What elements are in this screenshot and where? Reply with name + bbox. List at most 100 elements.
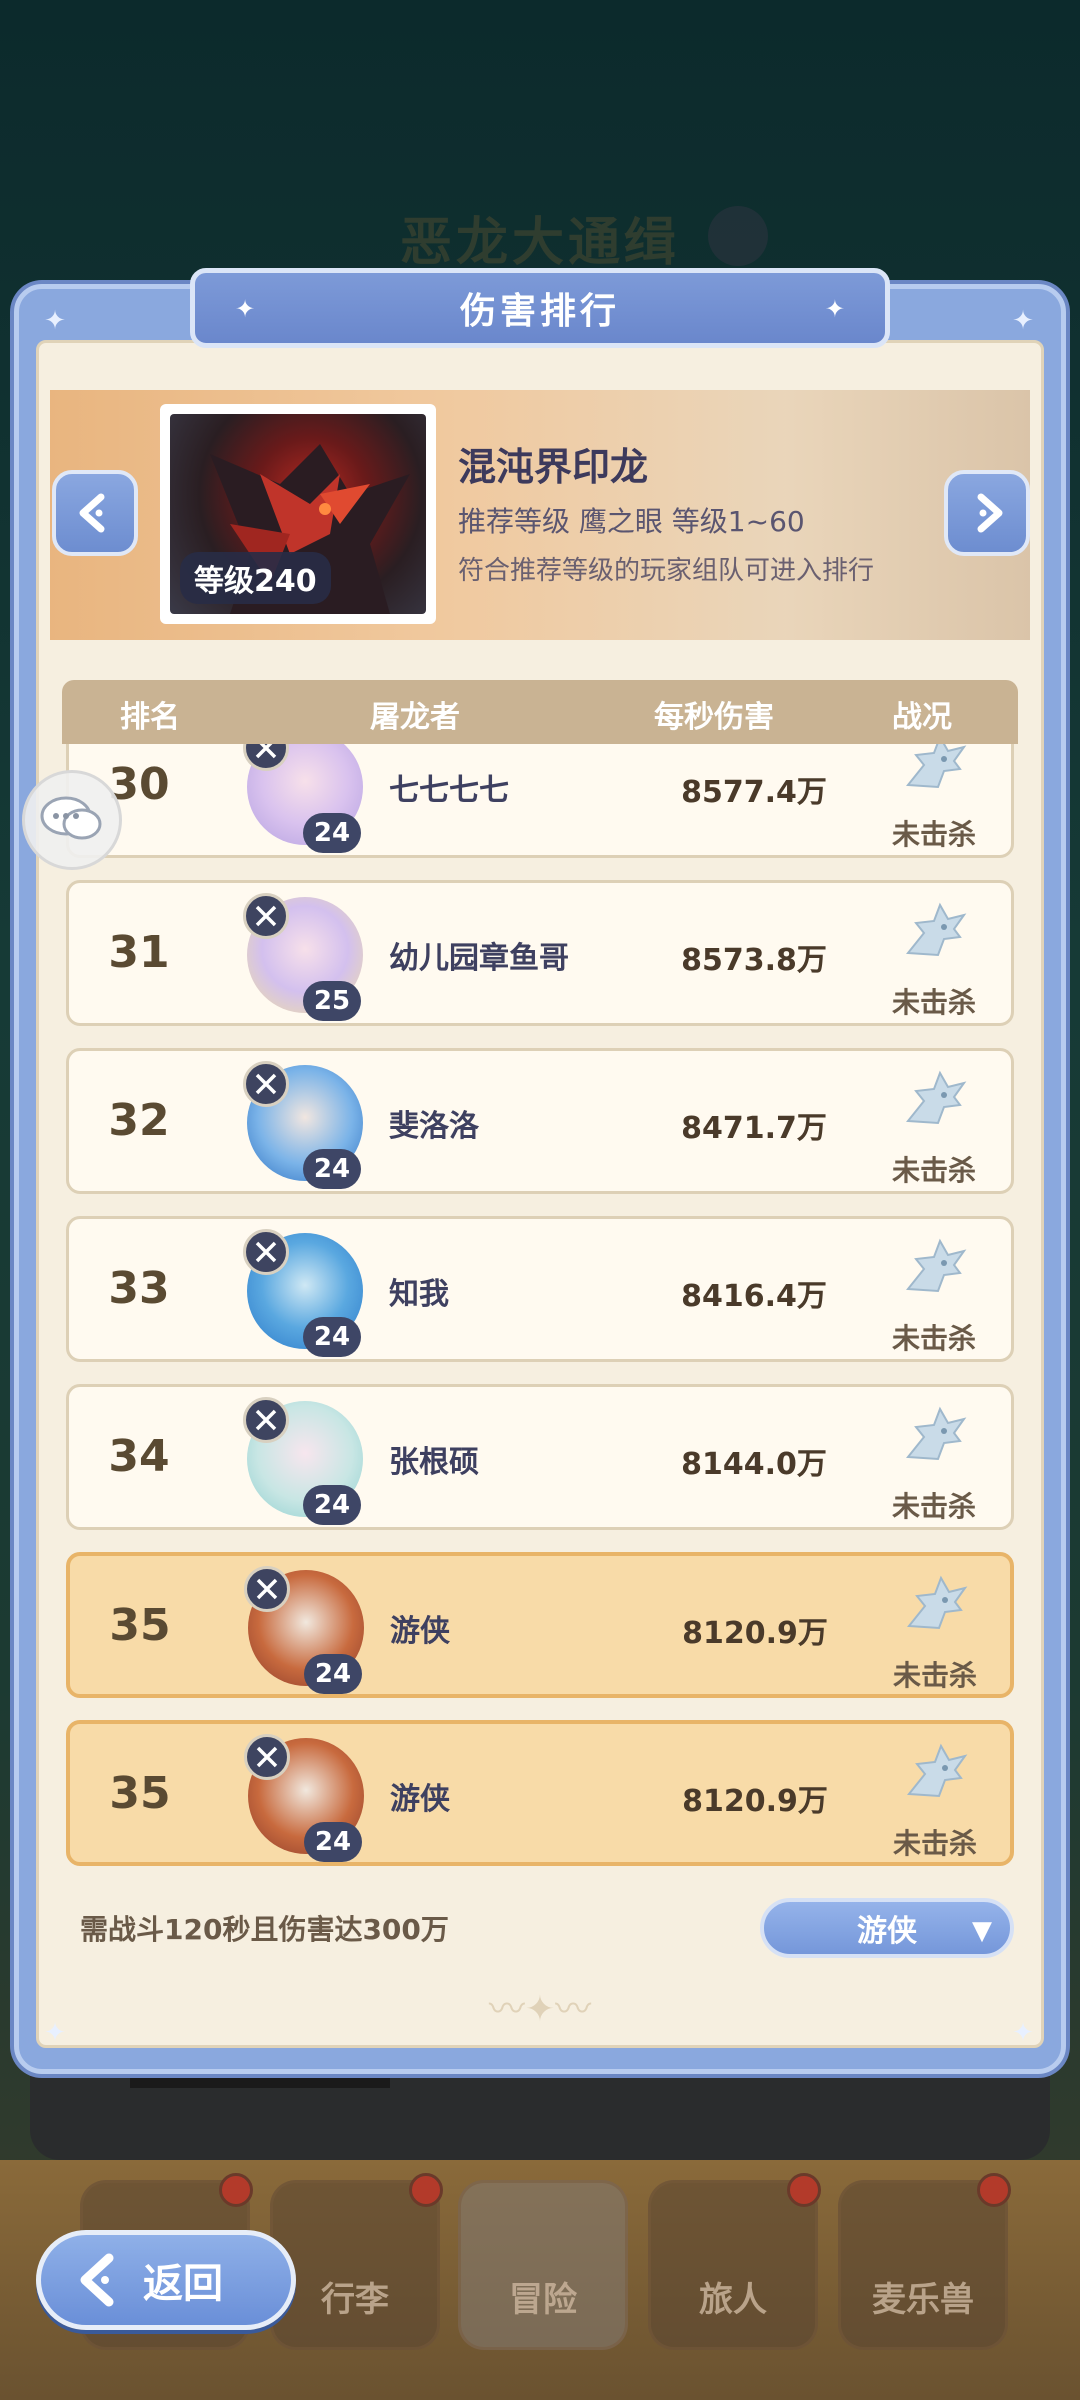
class-emblem-icon xyxy=(244,1734,290,1780)
nav-tab-label: 冒险 xyxy=(509,2280,577,2320)
row-rank: 32 xyxy=(108,1095,170,1146)
chat-button[interactable] xyxy=(22,770,122,870)
dragon-head-icon xyxy=(906,1238,967,1293)
chevron-right-icon xyxy=(977,493,1003,533)
status-text: 未击杀 xyxy=(891,1322,976,1355)
corner-star-icon: ✦ xyxy=(44,306,66,336)
boss-recommended-level: 推荐等级 鹰之眼 等级1~60 xyxy=(458,505,805,538)
battle-status: 未击杀 xyxy=(869,1397,999,1525)
dropdown-arrow-icon: ▼ xyxy=(972,1916,992,1946)
player-name: 游侠 xyxy=(390,1782,450,1817)
ranking-row[interactable]: 31 25 幼儿园章鱼哥 8573.8万 未击杀 xyxy=(66,880,1014,1026)
ranking-row[interactable]: 33 24 知我 8416.4万 未击杀 xyxy=(66,1216,1014,1362)
chevron-left-icon xyxy=(79,493,105,533)
status-text: 未击杀 xyxy=(891,986,976,1019)
player-avatar: 24 xyxy=(237,1055,373,1191)
nav-tab-label: 行李 xyxy=(321,2280,389,2320)
corner-star-icon: ✦ xyxy=(1012,306,1034,336)
dragon-head-icon xyxy=(906,744,967,789)
player-dps: 8573.8万 xyxy=(681,943,827,978)
battle-status: 未击杀 xyxy=(870,1566,1000,1694)
prev-boss-button[interactable] xyxy=(52,470,138,556)
next-boss-button[interactable] xyxy=(944,470,1030,556)
nav-tab-luggage[interactable]: 行李 xyxy=(270,2173,443,2350)
player-level-badge: 24 xyxy=(303,1149,361,1189)
notification-dot xyxy=(787,2173,821,2207)
dragon-head-icon xyxy=(907,1743,968,1798)
status-text: 未击杀 xyxy=(892,1827,977,1860)
row-rank: 31 xyxy=(108,927,170,978)
battle-status: 未击杀 xyxy=(869,1061,999,1189)
ranking-table-header: 排名 屠龙者 每秒伤害 战况 xyxy=(62,680,1018,744)
sparkle-icon: ✦ xyxy=(824,295,845,323)
back-label: 返回 xyxy=(143,2261,223,2307)
row-rank: 33 xyxy=(108,1263,170,1314)
battle-status: 未击杀 xyxy=(870,1734,1000,1862)
player-dps: 8144.0万 xyxy=(681,1447,827,1482)
player-avatar: 24 xyxy=(237,1223,373,1359)
dragon-head-icon xyxy=(907,1575,968,1630)
dragon-portrait-image: 等级240 xyxy=(170,414,426,614)
player-dps: 8120.9万 xyxy=(682,1616,828,1651)
player-name: 幼儿园章鱼哥 xyxy=(389,941,569,976)
status-text: 未击杀 xyxy=(891,1490,976,1523)
player-name: 游侠 xyxy=(390,1614,450,1649)
ranking-row-self[interactable]: 35 24 游侠 8120.9万 未击杀 xyxy=(66,1552,1014,1698)
corner-star-icon: ✦ xyxy=(1012,2018,1034,2048)
requirement-note: 需战斗120秒且伤害达300万 xyxy=(80,1913,449,1946)
row-rank: 35 xyxy=(109,1600,171,1651)
ranking-row[interactable]: 30 24 七七七七 8577.4万 未击杀 xyxy=(66,744,1014,858)
class-emblem-icon xyxy=(243,1229,289,1275)
nav-tab-pets[interactable]: 麦乐兽 xyxy=(838,2173,1011,2350)
player-dps: 8471.7万 xyxy=(681,1111,827,1146)
boss-portrait: 等级240 xyxy=(160,404,436,624)
player-name: 七七七七 xyxy=(389,773,509,808)
nav-tab-label: 旅人 xyxy=(699,2280,767,2320)
player-level-badge: 24 xyxy=(304,1822,362,1862)
background-badge xyxy=(708,206,768,266)
class-emblem-icon xyxy=(244,1566,290,1612)
battle-status: 未击杀 xyxy=(869,744,999,853)
row-rank: 34 xyxy=(108,1431,170,1482)
class-emblem-icon xyxy=(243,1061,289,1107)
player-avatar: 24 xyxy=(237,744,373,855)
player-level-badge: 25 xyxy=(303,981,361,1021)
boss-level-badge: 等级240 xyxy=(180,552,331,604)
class-filter-dropdown[interactable]: 游侠 ▼ xyxy=(760,1898,1014,1958)
player-level-badge: 24 xyxy=(303,1485,361,1525)
player-level-badge: 24 xyxy=(303,1317,361,1357)
boss-ranking-tip: 符合推荐等级的玩家组队可进入排行 xyxy=(458,556,875,586)
player-level-badge: 24 xyxy=(304,1654,362,1694)
pinned-self-row[interactable]: 35 24 游侠 8120.9万 未击杀 xyxy=(66,1720,1014,1866)
row-rank: 35 xyxy=(109,1768,171,1819)
battle-status: 未击杀 xyxy=(869,893,999,1021)
ranking-list[interactable]: 30 24 七七七七 8577.4万 未击杀 31 25 幼儿园章鱼哥 8573… xyxy=(62,744,1018,1884)
modal-title: 伤害排行 xyxy=(459,291,620,332)
status-text: 未击杀 xyxy=(891,1154,976,1187)
header-status: 战况 xyxy=(892,700,952,735)
player-avatar: 24 xyxy=(238,1560,374,1696)
ranking-row[interactable]: 32 24 斐洛洛 8471.7万 未击杀 xyxy=(66,1048,1014,1194)
player-name: 张根硕 xyxy=(389,1445,479,1480)
dragon-head-icon xyxy=(906,1070,967,1125)
modal-title-banner: ✦ 伤害排行 ✦ xyxy=(190,268,890,348)
dragon-head-icon xyxy=(906,1406,967,1461)
player-avatar: 24 xyxy=(238,1728,374,1864)
header-dps: 每秒伤害 xyxy=(654,700,774,735)
header-player: 屠龙者 xyxy=(370,700,460,735)
player-avatar: 25 xyxy=(237,887,373,1023)
player-level-badge: 24 xyxy=(303,813,361,853)
player-dps: 8416.4万 xyxy=(681,1279,827,1314)
notification-dot xyxy=(409,2173,443,2207)
back-button[interactable]: 返回 xyxy=(36,2230,296,2330)
player-dps: 8577.4万 xyxy=(681,775,827,810)
nav-tab-travelers[interactable]: 旅人 xyxy=(648,2173,821,2350)
status-text: 未击杀 xyxy=(892,1659,977,1692)
sparkle-icon: ✦ xyxy=(235,295,256,323)
back-arrow-icon xyxy=(71,2252,127,2308)
nav-tab-label: 麦乐兽 xyxy=(872,2280,974,2320)
battle-status: 未击杀 xyxy=(869,1229,999,1357)
ranking-row[interactable]: 34 24 张根硕 8144.0万 未击杀 xyxy=(66,1384,1014,1530)
nav-tab-adventure[interactable]: 冒险 xyxy=(458,2180,628,2350)
ornament-icon: 〰✦〰 xyxy=(488,1989,592,2030)
